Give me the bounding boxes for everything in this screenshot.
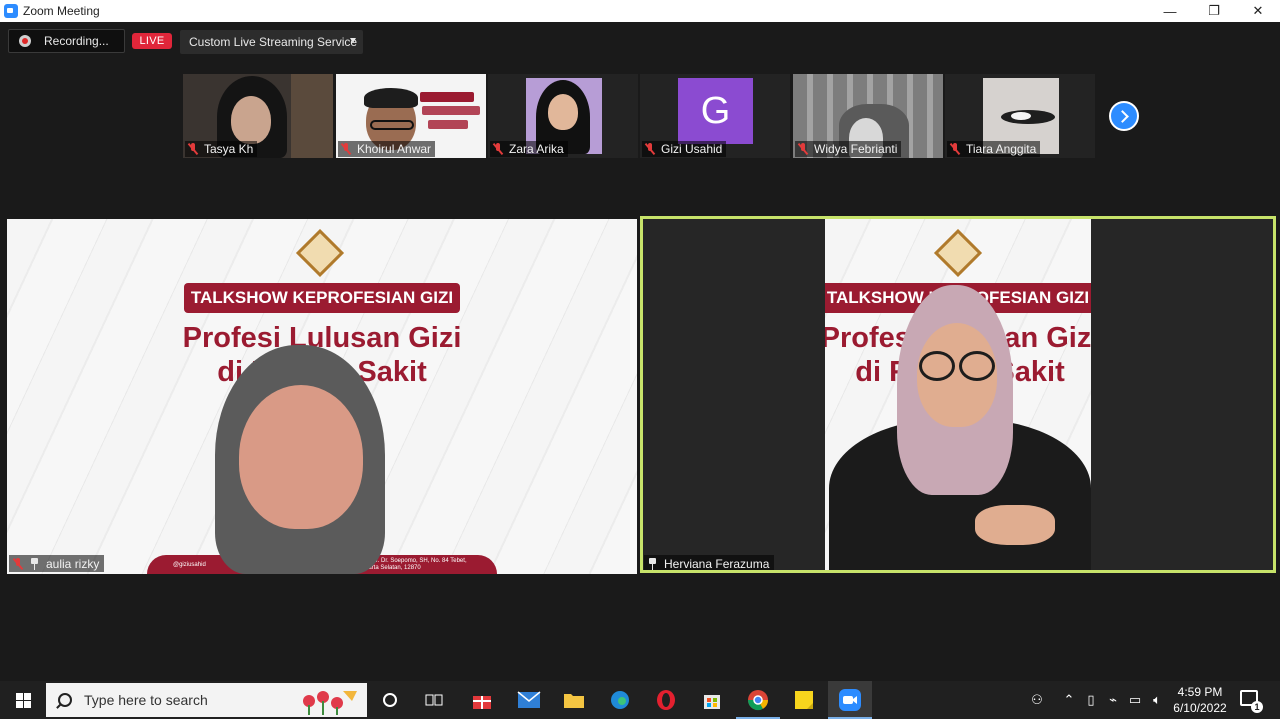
participant-tile[interactable]: Tasya Kh: [183, 74, 333, 158]
live-streaming-label: Custom Live Streaming Service: [189, 35, 358, 49]
participant-tile[interactable]: Zara Arika: [488, 74, 638, 158]
mail-icon: [517, 691, 541, 708]
live-streaming-dropdown[interactable]: Custom Live Streaming Service: [180, 30, 363, 54]
participant-tile[interactable]: Widya Febrianti: [793, 74, 943, 158]
mic-muted-icon: [644, 143, 656, 155]
pin-icon: [647, 557, 658, 570]
mic-muted-icon: [340, 143, 352, 155]
clock-date: 6/10/2022: [1173, 701, 1227, 715]
opera-browser-button[interactable]: [644, 681, 688, 719]
volume-icon[interactable]: 🔈︎: [1146, 681, 1168, 719]
participant-tile[interactable]: G Gizi Usahid: [640, 74, 790, 158]
presenter-face: [239, 385, 363, 529]
mic-muted-icon: [797, 143, 809, 155]
file-explorer-button[interactable]: [552, 681, 596, 719]
slide-footer-social: @giziusahid: [173, 561, 206, 568]
video-tile-left[interactable]: TALKSHOW KEPROFESIAN GIZI Profesi Lulusa…: [7, 219, 637, 574]
participant-avatar: G: [678, 78, 753, 144]
recording-label: Recording...: [44, 34, 109, 48]
search-placeholder: Type here to search: [84, 692, 208, 708]
pin-icon: [29, 557, 40, 570]
participant-name: Khoirul Anwar: [357, 142, 432, 156]
window-titlebar: Zoom Meeting — ❐ ✕: [0, 0, 1280, 22]
mic-muted-icon: [12, 557, 24, 570]
people-icon[interactable]: ⚇: [1026, 681, 1048, 719]
task-view-button[interactable]: [412, 681, 456, 719]
system-clock[interactable]: 4:59 PM 6/10/2022: [1170, 684, 1230, 716]
zoom-icon: [839, 689, 861, 711]
restore-button[interactable]: ❐: [1192, 0, 1236, 22]
participant-name-label: Zara Arika: [490, 141, 568, 157]
participant-name-label: Tasya Kh: [185, 141, 258, 157]
speaker-video: TALKSHOW KEPROFESIAN GIZI Profesi Lulusa…: [825, 219, 1091, 570]
notification-count-badge: 1: [1251, 701, 1263, 713]
task-view-cortana-button[interactable]: [368, 681, 412, 719]
network-icon[interactable]: ▭: [1124, 681, 1146, 719]
search-icon: [58, 693, 72, 707]
gift-app-button[interactable]: [460, 681, 504, 719]
participant-name: Tasya Kh: [204, 142, 254, 156]
caret-down-icon: [350, 38, 356, 43]
participant-name: aulia rizky: [46, 556, 100, 571]
mail-app-button[interactable]: [507, 681, 551, 719]
participant-tile[interactable]: Khoirul Anwar: [336, 74, 486, 158]
window-title: Zoom Meeting: [23, 4, 100, 18]
gift-icon: [473, 696, 491, 709]
record-icon: [19, 35, 31, 47]
taskbar-search-box[interactable]: Type here to search: [46, 683, 367, 717]
task-view-icon: [425, 694, 443, 706]
chrome-browser-button[interactable]: [736, 681, 780, 719]
store-icon: [704, 695, 720, 709]
windows-taskbar: Type here to search ⚇ ⌃ ▯ ⌁ ▭ �: [0, 681, 1280, 719]
flowers-doodle-icon: [303, 691, 357, 715]
participant-name-label: Herviana Ferazuma: [644, 555, 775, 571]
folder-icon: [564, 694, 584, 708]
edge-browser-button[interactable]: [598, 681, 642, 719]
participant-name-label: Tiara Anggita: [947, 141, 1041, 157]
windows-logo-icon: [15, 692, 31, 708]
recording-indicator[interactable]: Recording...: [8, 29, 125, 53]
mic-muted-icon: [492, 143, 504, 155]
participant-name-label: Widya Febrianti: [795, 141, 902, 157]
meeting-toolbar: Recording... LIVE Custom Live Streaming …: [0, 22, 1280, 62]
chrome-icon: [747, 690, 769, 711]
participant-name: Gizi Usahid: [661, 142, 723, 156]
microsoft-store-button[interactable]: [690, 681, 734, 719]
participant-name: Zara Arika: [509, 142, 564, 156]
participant-tile[interactable]: Tiara Anggita: [945, 74, 1095, 158]
edge-icon: [611, 691, 629, 709]
minimize-button[interactable]: —: [1148, 0, 1192, 22]
zoom-app-button[interactable]: [828, 681, 872, 719]
next-page-button[interactable]: [1109, 101, 1139, 131]
mic-muted-icon: [949, 143, 961, 155]
sticky-notes-button[interactable]: [782, 681, 826, 719]
show-hidden-icons-button[interactable]: ⌃: [1058, 681, 1080, 719]
window-controls: — ❐ ✕: [1148, 0, 1280, 22]
talkshow-banner: TALKSHOW KEPROFESIAN GIZI: [184, 283, 460, 313]
clock-time: 4:59 PM: [1177, 685, 1223, 699]
participant-name-label: Khoirul Anwar: [338, 141, 436, 157]
sticky-notes-icon: [795, 691, 813, 709]
close-button[interactable]: ✕: [1236, 0, 1280, 22]
participant-name-label: Gizi Usahid: [642, 141, 727, 157]
video-tile-right-active-speaker[interactable]: TALKSHOW KEPROFESIAN GIZI Profesi Lulusa…: [640, 216, 1276, 573]
mic-muted-icon: [187, 143, 199, 155]
live-badge: LIVE: [132, 33, 172, 49]
participant-name-label: aulia rizky: [9, 555, 105, 572]
start-button[interactable]: [0, 681, 46, 719]
participant-name: Tiara Anggita: [966, 142, 1037, 156]
opera-icon: [657, 690, 675, 710]
participant-name: Herviana Ferazuma: [664, 556, 770, 571]
battery-icon[interactable]: ▯: [1080, 681, 1102, 719]
participant-name: Widya Febrianti: [814, 142, 898, 156]
cortana-circle-icon: [383, 693, 397, 707]
power-plug-icon[interactable]: ⌁: [1102, 681, 1124, 719]
zoom-app-icon: [4, 4, 18, 18]
